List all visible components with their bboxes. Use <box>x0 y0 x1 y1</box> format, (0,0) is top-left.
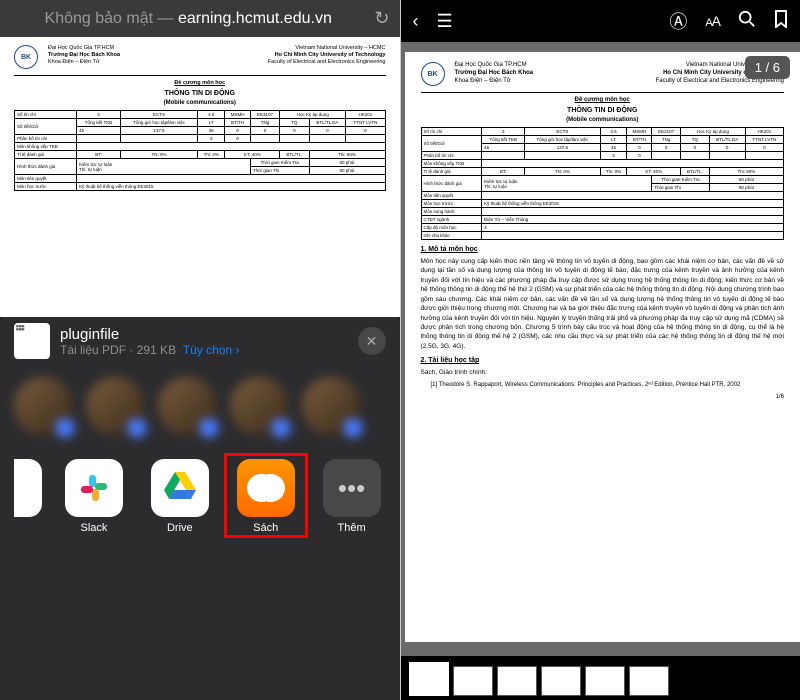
file-thumbnail: ▦▦▦▦▦▦ <box>14 323 50 359</box>
uni-en-1: Vietnam National University – HCMC <box>295 45 385 52</box>
address-bar-domain: earning.hcmut.edu.vn <box>178 10 332 27</box>
university-logo: BK <box>421 62 445 86</box>
app-label-slack: Slack <box>80 522 107 534</box>
bookmark-icon[interactable] <box>774 10 788 33</box>
app-label-more: Thêm <box>338 522 366 534</box>
course-title-en: (Mobile communications) <box>14 100 386 106</box>
share-filename: pluginfile <box>60 326 348 343</box>
back-icon[interactable]: ‹ <box>413 11 419 32</box>
contents-icon[interactable]: ☰ <box>437 11 453 32</box>
contact-avatar[interactable] <box>14 377 72 435</box>
app-label-drive: Drive <box>167 522 193 534</box>
share-file-meta: Tài liệu PDF · 291 KB Tùy chọn › <box>60 343 348 357</box>
section-2-sub: Sách, Giáo trình chính: <box>421 368 785 377</box>
phone-left-screen: Không bảo mật — earning.hcmut.edu.vn ↻ B… <box>0 0 401 700</box>
document-page: BK Đại Học Quốc Gia TP.HCM Vietnam Nation… <box>0 37 400 199</box>
more-icon: ••• <box>323 459 381 517</box>
reader-toolbar: ‹ ☰ Ⓐ AA <box>401 0 800 42</box>
outline-label: Đề cương môn học <box>14 80 386 86</box>
share-contacts-row <box>14 377 386 435</box>
section-2-heading: 2. Tài liệu học tập <box>421 357 785 364</box>
section-1-body: Môn học này cung cấp kiến thức nền tảng … <box>421 257 785 351</box>
course-info-table: Số tín chỉ3ECTS4.5MSMHEE3107Học Kỳ áp dụ… <box>421 127 785 240</box>
page-thumbnail[interactable] <box>541 666 581 696</box>
contact-avatar[interactable] <box>158 377 216 435</box>
contact-avatar[interactable] <box>230 377 288 435</box>
search-icon[interactable] <box>738 10 756 33</box>
annotate-icon[interactable]: Ⓐ <box>669 8 687 34</box>
page-thumbnail-strip[interactable] <box>401 656 800 700</box>
highlight-annotation <box>224 453 308 538</box>
share-app-drive[interactable]: Drive <box>146 459 214 534</box>
share-app-books[interactable]: Sách <box>232 459 300 534</box>
share-sheet: ▦▦▦▦▦▦ pluginfile Tài liệu PDF · 291 KB … <box>0 311 400 700</box>
contact-avatar[interactable] <box>86 377 144 435</box>
page-footer-number: 1/6 <box>421 394 785 400</box>
uni-vi-3: Khoa Điện – Điện Tử <box>48 59 100 66</box>
page-thumbnail[interactable] <box>409 662 449 696</box>
address-bar[interactable]: Không bảo mật — earning.hcmut.edu.vn ↻ <box>0 0 400 37</box>
page-thumbnail[interactable] <box>497 666 537 696</box>
slack-icon <box>65 459 123 517</box>
document-preview: BK Đại Học Quốc Gia TP.HCM Vietnam Nation… <box>0 37 400 317</box>
reload-icon[interactable]: ↻ <box>374 8 389 29</box>
share-file-row: ▦▦▦▦▦▦ pluginfile Tài liệu PDF · 291 KB … <box>14 323 386 359</box>
uni-vi-1: Đại Học Quốc Gia TP.HCM <box>48 45 114 52</box>
drive-icon <box>151 459 209 517</box>
course-info-table: Số tín chỉ3ECTS4.5MSMHEE3107Học Kỳ áp dụ… <box>14 110 386 191</box>
share-app-partial[interactable] <box>14 459 42 534</box>
course-title-vi: THÔNG TIN DI ĐỘNG <box>14 90 386 97</box>
share-apps-row: Slack Drive Sách ••• Thêm <box>14 459 386 534</box>
address-bar-text: Không bảo mật — earning.hcmut.edu.vn <box>10 10 366 28</box>
share-app-slack[interactable]: Slack <box>60 459 128 534</box>
page-indicator-badge: 1 / 6 <box>745 56 790 79</box>
share-file-size: 291 KB <box>137 343 176 357</box>
phone-right-screen: ‹ ☰ Ⓐ AA 1 / 6 BK Đại Học Quốc Gia TP.HC… <box>401 0 800 700</box>
page-thumbnail[interactable] <box>453 666 493 696</box>
reader-viewport[interactable]: 1 / 6 BK Đại Học Quốc Gia TP.HCMVietnam … <box>401 42 800 656</box>
page-thumbnail[interactable] <box>585 666 625 696</box>
uni-en-3: Faculty of Electrical and Electronics En… <box>268 59 386 66</box>
text-size-icon[interactable]: AA <box>705 13 720 29</box>
close-icon: ✕ <box>366 333 378 350</box>
uni-en-2: Ho Chi Minh City University of Technolog… <box>275 52 386 59</box>
app-icon-partial <box>14 459 42 517</box>
university-logo: BK <box>14 45 38 69</box>
reader-page-1: BK Đại Học Quốc Gia TP.HCMVietnam Nation… <box>405 52 800 642</box>
share-options-link[interactable]: Tùy chọn › <box>183 343 240 357</box>
close-button[interactable]: ✕ <box>358 327 386 355</box>
insecure-label: Không bảo mật — <box>45 10 178 27</box>
section-1-heading: 1. Mô tả môn học <box>421 246 785 253</box>
reference-1: [1] Theodore S. Rappaport, Wireless Comm… <box>431 382 785 388</box>
share-file-type: Tài liệu PDF <box>60 343 126 357</box>
share-app-more[interactable]: ••• Thêm <box>318 459 386 534</box>
contact-avatar[interactable] <box>302 377 360 435</box>
page-thumbnail[interactable] <box>629 666 669 696</box>
